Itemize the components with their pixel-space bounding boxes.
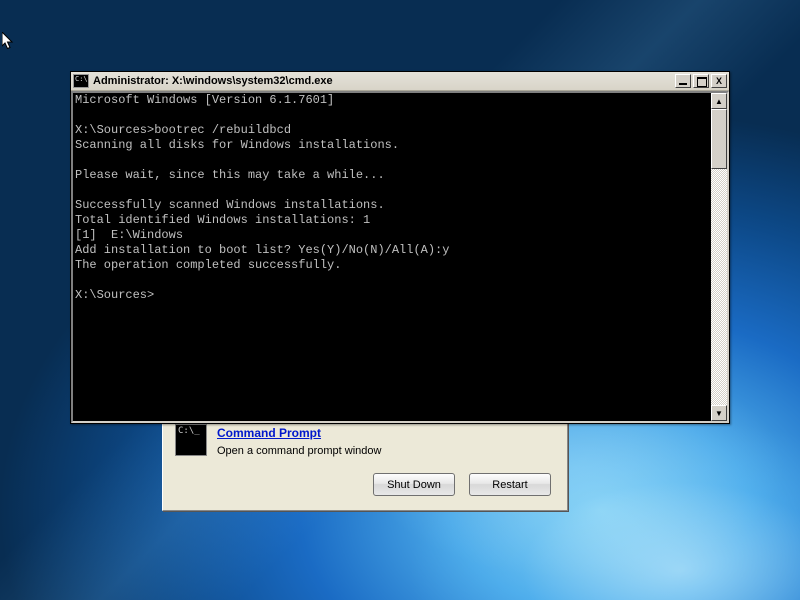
command-prompt-icon: C:\_ [175,424,207,456]
command-prompt-description: Open a command prompt window [217,445,381,457]
minimize-button[interactable] [675,74,691,88]
command-prompt-option-row: C:\_ Command Prompt Open a command promp… [173,422,557,467]
restart-button[interactable]: Restart [469,473,551,496]
maximize-button[interactable] [693,74,709,88]
window-client-area: Microsoft Windows [Version 6.1.7601] X:\… [71,91,729,423]
titlebar-app-icon [73,74,89,88]
scroll-down-button[interactable]: ▼ [711,405,727,421]
vertical-scrollbar[interactable]: ▲ ▼ [711,93,727,421]
titlebar[interactable]: Administrator: X:\windows\system32\cmd.e… [71,72,729,91]
window-title: Administrator: X:\windows\system32\cmd.e… [93,75,673,87]
recovery-options-dialog: C:\_ Command Prompt Open a command promp… [162,415,568,511]
terminal-output[interactable]: Microsoft Windows [Version 6.1.7601] X:\… [73,93,711,421]
shutdown-button[interactable]: Shut Down [373,473,455,496]
recovery-button-row: Shut Down Restart [173,473,557,496]
command-prompt-link[interactable]: Command Prompt [217,426,321,440]
close-button[interactable]: X [711,74,727,88]
command-prompt-window: Administrator: X:\windows\system32\cmd.e… [70,71,730,424]
window-controls: X [673,74,727,88]
scrollbar-track[interactable] [711,109,727,405]
mouse-cursor-icon [2,32,14,51]
scrollbar-thumb[interactable] [711,109,727,169]
scroll-up-button[interactable]: ▲ [711,93,727,109]
